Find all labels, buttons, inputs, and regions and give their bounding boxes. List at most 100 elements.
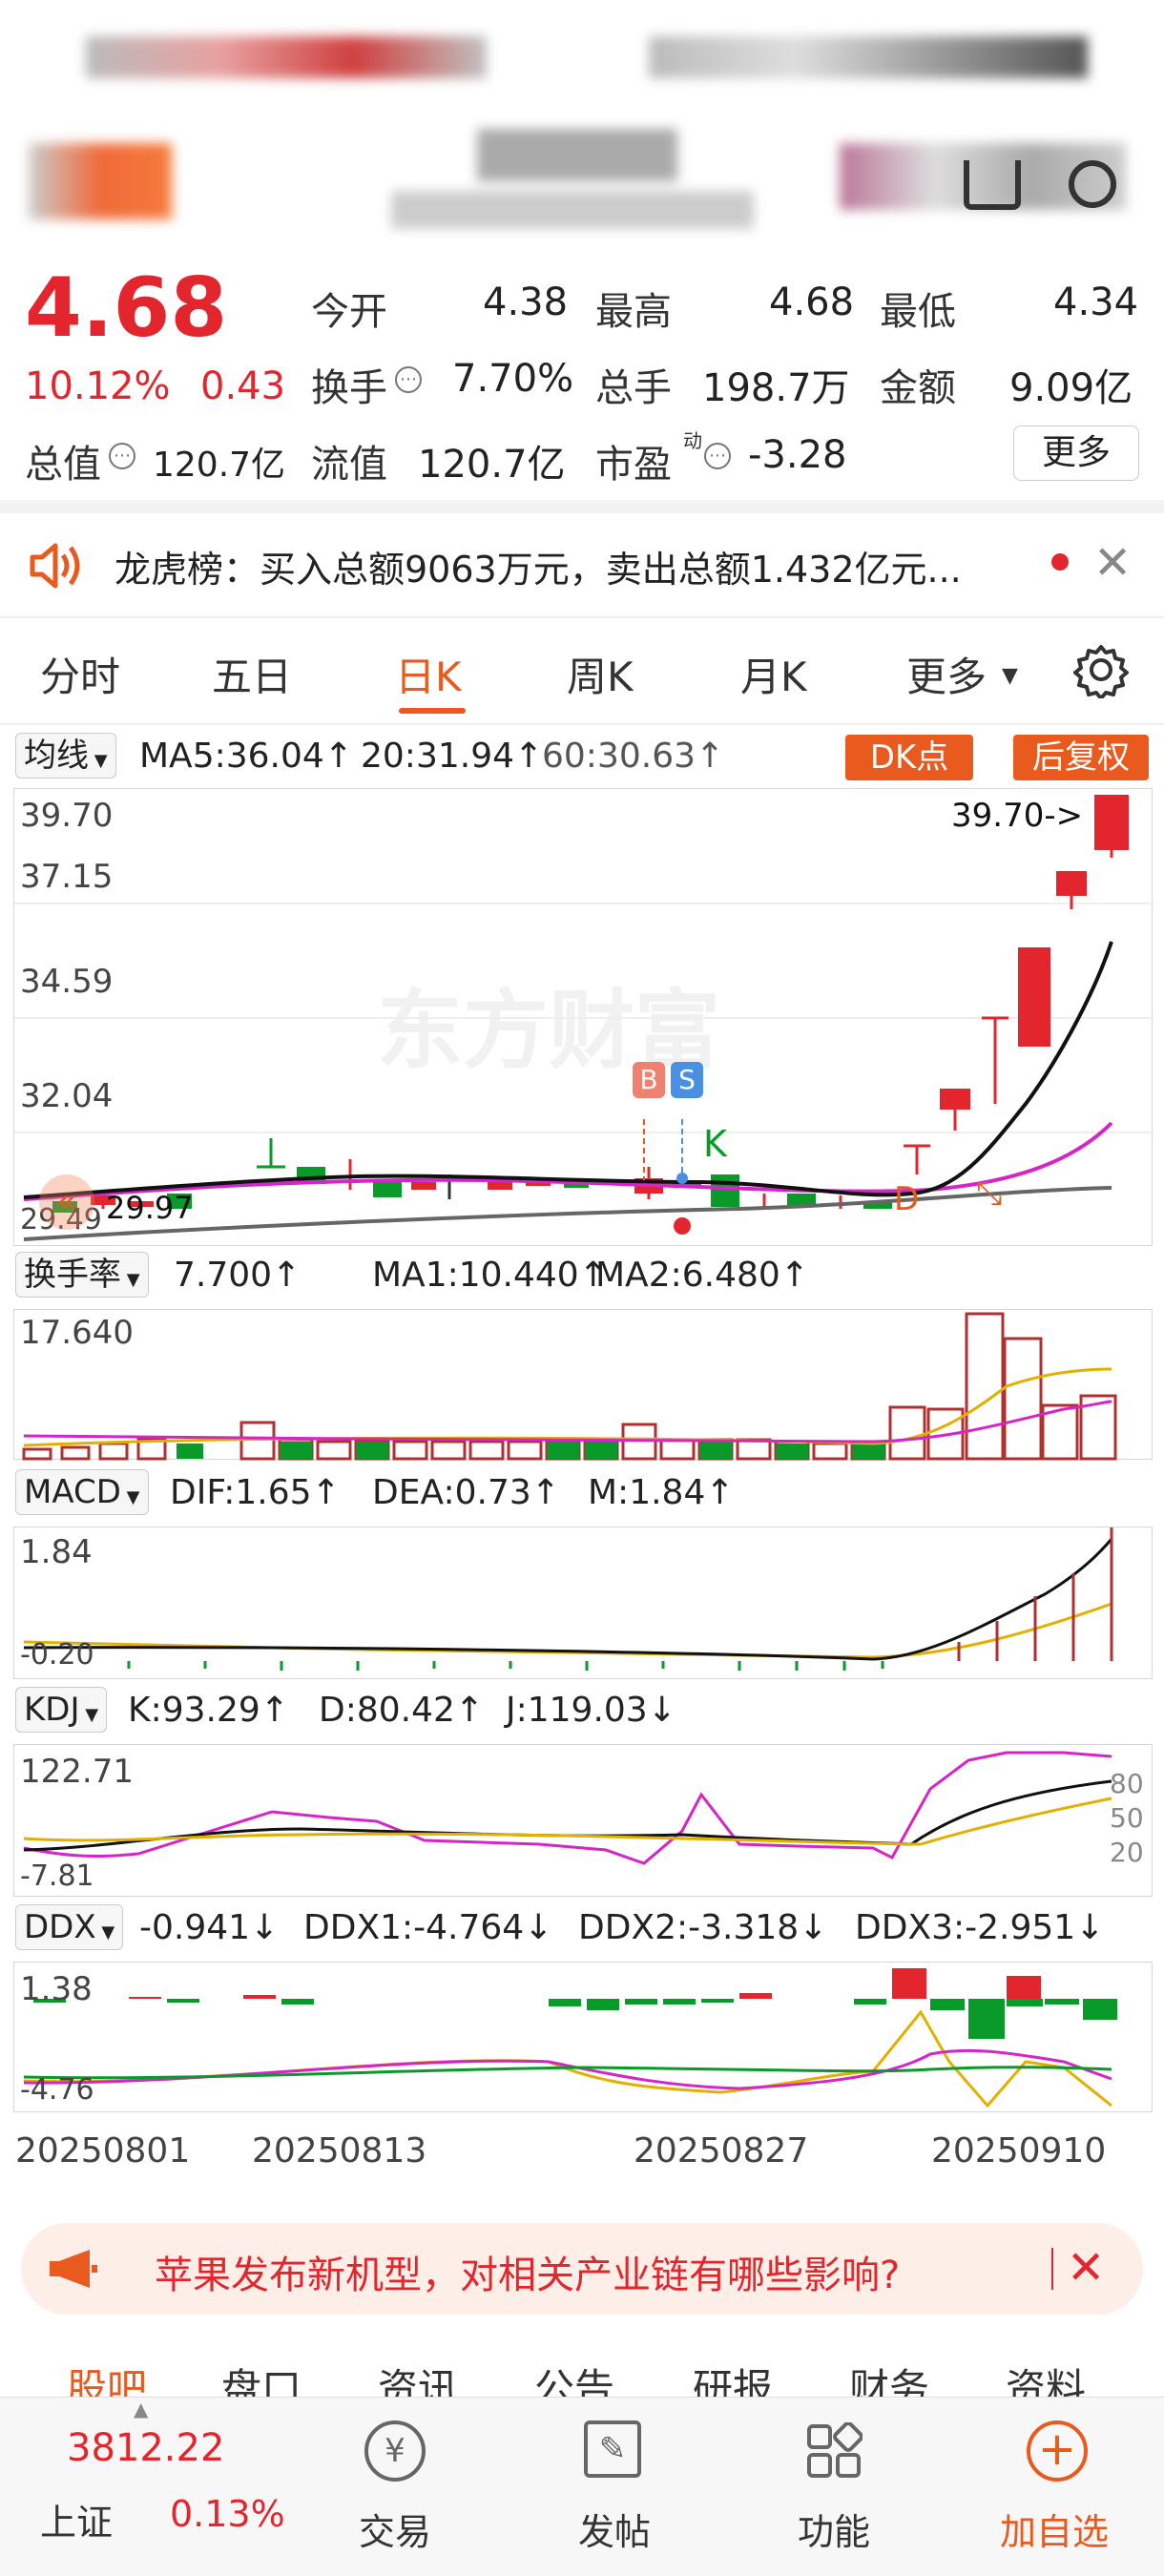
ddx-chart[interactable]: 1.38 -4.76	[13, 1962, 1153, 2112]
sub-tab-announcement[interactable]: 公告	[534, 2357, 614, 2397]
tab-weekly-k[interactable]: 周K	[567, 645, 634, 703]
turnover-ma1: MA1:10.440↑	[372, 1256, 608, 1295]
date-label: 20250910	[931, 2131, 1107, 2171]
sub-tabs: 股吧 盘口 资讯 公告 研报 财务 资料	[0, 2347, 1164, 2397]
scroll-left-icon[interactable]: «	[39, 1174, 94, 1230]
open-label: 今开	[311, 290, 387, 334]
trade-button[interactable]: ¥ 交易	[340, 2411, 454, 2564]
add-watchlist-button[interactable]: + 加自选	[988, 2411, 1132, 2564]
kdj-selector[interactable]: KDJ ▼	[15, 1687, 108, 1733]
float-value: 120.7亿	[418, 443, 566, 487]
more-button[interactable]: 更多	[1013, 426, 1139, 481]
sub-tab-profile[interactable]: 资料	[1006, 2357, 1086, 2397]
grid-icon	[805, 2421, 863, 2480]
post-button[interactable]: ✎ 发帖	[559, 2411, 674, 2564]
max-price-label: 39.70->	[951, 797, 1084, 835]
caret-up-icon: ▲	[134, 2398, 149, 2420]
back-to-icon[interactable]	[964, 160, 1021, 210]
add-label: 加自选	[1000, 2511, 1110, 2553]
chevron-down-icon: ▼	[95, 1922, 115, 1942]
search-icon[interactable]	[1069, 160, 1116, 208]
candles	[52, 795, 1129, 1213]
index-name: 上证	[40, 2502, 114, 2544]
candle	[787, 1194, 816, 1205]
candle	[411, 1182, 436, 1190]
tab-timeshare[interactable]: 分时	[40, 645, 120, 703]
info-icon[interactable]: ⋯	[109, 443, 135, 469]
speaker-icon	[29, 542, 80, 590]
ma-selector[interactable]: 均线 ▼	[15, 733, 116, 779]
chevron-down-icon: ▼	[121, 1270, 140, 1290]
kdj-level: 20	[1110, 1837, 1144, 1868]
kline-chart[interactable]: 东方财富 39.70 37.15 34.59 32.04 29.49 39.70…	[13, 788, 1154, 1246]
turnover-chart[interactable]: 17.640	[13, 1309, 1153, 1461]
ddx2-value: DDX2:-3.318↓	[578, 1908, 828, 1947]
megaphone-icon	[48, 2246, 101, 2292]
ddx-selector[interactable]: DDX ▼	[15, 1904, 124, 1950]
sub-tab-finance[interactable]: 财务	[849, 2357, 929, 2397]
kdj-chart[interactable]: 122.71 -7.81 80 50 20	[13, 1744, 1153, 1897]
gear-icon[interactable]	[1072, 641, 1130, 700]
sub-tab-research[interactable]: 研报	[693, 2357, 773, 2397]
kdj-level: 80	[1110, 1768, 1144, 1799]
signal-dot	[674, 1217, 691, 1235]
date-label: 20250813	[252, 2131, 427, 2171]
buy-marker[interactable]: B	[633, 1062, 665, 1098]
sell-marker[interactable]: S	[671, 1062, 703, 1098]
ddx3-value: DDX3:-2.951↓	[855, 1908, 1105, 1947]
candle	[373, 1180, 402, 1197]
k-marker: K	[703, 1123, 727, 1165]
y-tick: 1.38	[20, 1970, 93, 2008]
function-button[interactable]: 功能	[779, 2411, 893, 2564]
tab-more[interactable]: 更多	[906, 645, 987, 703]
notice-bar[interactable]: 龙虎榜：买入总额9063万元，卖出总额1.432亿元... ✕	[0, 513, 1164, 616]
ddx-value: -0.941↓	[139, 1908, 280, 1947]
volume-label: 总手	[595, 366, 672, 410]
macd-chart[interactable]: 1.84 -0.20	[13, 1527, 1153, 1679]
candle	[711, 1174, 739, 1207]
tab-five-day[interactable]: 五日	[212, 645, 292, 703]
ma5-value: MA5:36.04↑	[139, 737, 353, 776]
divider	[1051, 2248, 1053, 2290]
divider	[0, 723, 1164, 725]
kdj-j: J:119.03↓	[506, 1691, 676, 1730]
macd-dif: DIF:1.65↑	[170, 1473, 341, 1512]
pe-value: -3.28	[748, 433, 847, 477]
info-icon[interactable]: ⋯	[704, 443, 731, 469]
close-icon[interactable]: ✕	[1067, 2234, 1105, 2301]
dk-button[interactable]: DK点	[845, 735, 973, 780]
sub-tab-guba[interactable]: 股吧	[67, 2357, 147, 2397]
macd-selector[interactable]: MACD ▼	[15, 1469, 149, 1515]
y-tick: -4.76	[20, 2073, 94, 2107]
candle	[1018, 947, 1050, 1047]
turnover-svg	[22, 1312, 1117, 1461]
y-tick: -7.81	[20, 1859, 94, 1893]
kdj-svg	[23, 1751, 1112, 1865]
kdj-k: K:93.29↑	[128, 1691, 289, 1730]
promo-bar[interactable]: 苹果发布新机型，对相关产业链有哪些影响? ✕	[21, 2223, 1143, 2315]
mktcap-value: 120.7亿	[153, 446, 286, 485]
ddx-svg	[23, 1968, 1117, 2109]
low-label: 最低	[880, 290, 956, 334]
pe-sup: 动	[683, 429, 702, 452]
expand-icon[interactable]: ⤡	[976, 1174, 1002, 1213]
tab-monthly-k[interactable]: 月K	[740, 645, 807, 703]
turnover-selector[interactable]: 换手率 ▼	[15, 1252, 149, 1298]
ddx1-value: DDX1:-4.764↓	[303, 1908, 553, 1947]
tab-daily-k[interactable]: 日K	[395, 645, 462, 703]
kdj-level: 50	[1110, 1802, 1144, 1834]
tab-active-indicator	[399, 708, 466, 714]
macd-dea-line	[23, 1602, 1112, 1659]
adjust-button[interactable]: 后复权	[1013, 735, 1149, 780]
info-icon[interactable]: ⋯	[395, 366, 422, 393]
amount-value: 9.09亿	[1009, 366, 1133, 410]
change-amount: 0.43	[200, 364, 286, 408]
mktcap-label: 总值	[25, 443, 101, 487]
close-icon[interactable]: ✕	[1093, 536, 1132, 590]
sub-tab-pankou[interactable]: 盘口	[221, 2357, 301, 2397]
sub-tab-news[interactable]: 资讯	[378, 2357, 458, 2397]
trade-label: 交易	[359, 2511, 432, 2553]
chevron-down-icon: ▼	[79, 1705, 99, 1725]
macd-selector-label: MACD	[24, 1473, 121, 1511]
d-marker: D	[894, 1180, 920, 1218]
